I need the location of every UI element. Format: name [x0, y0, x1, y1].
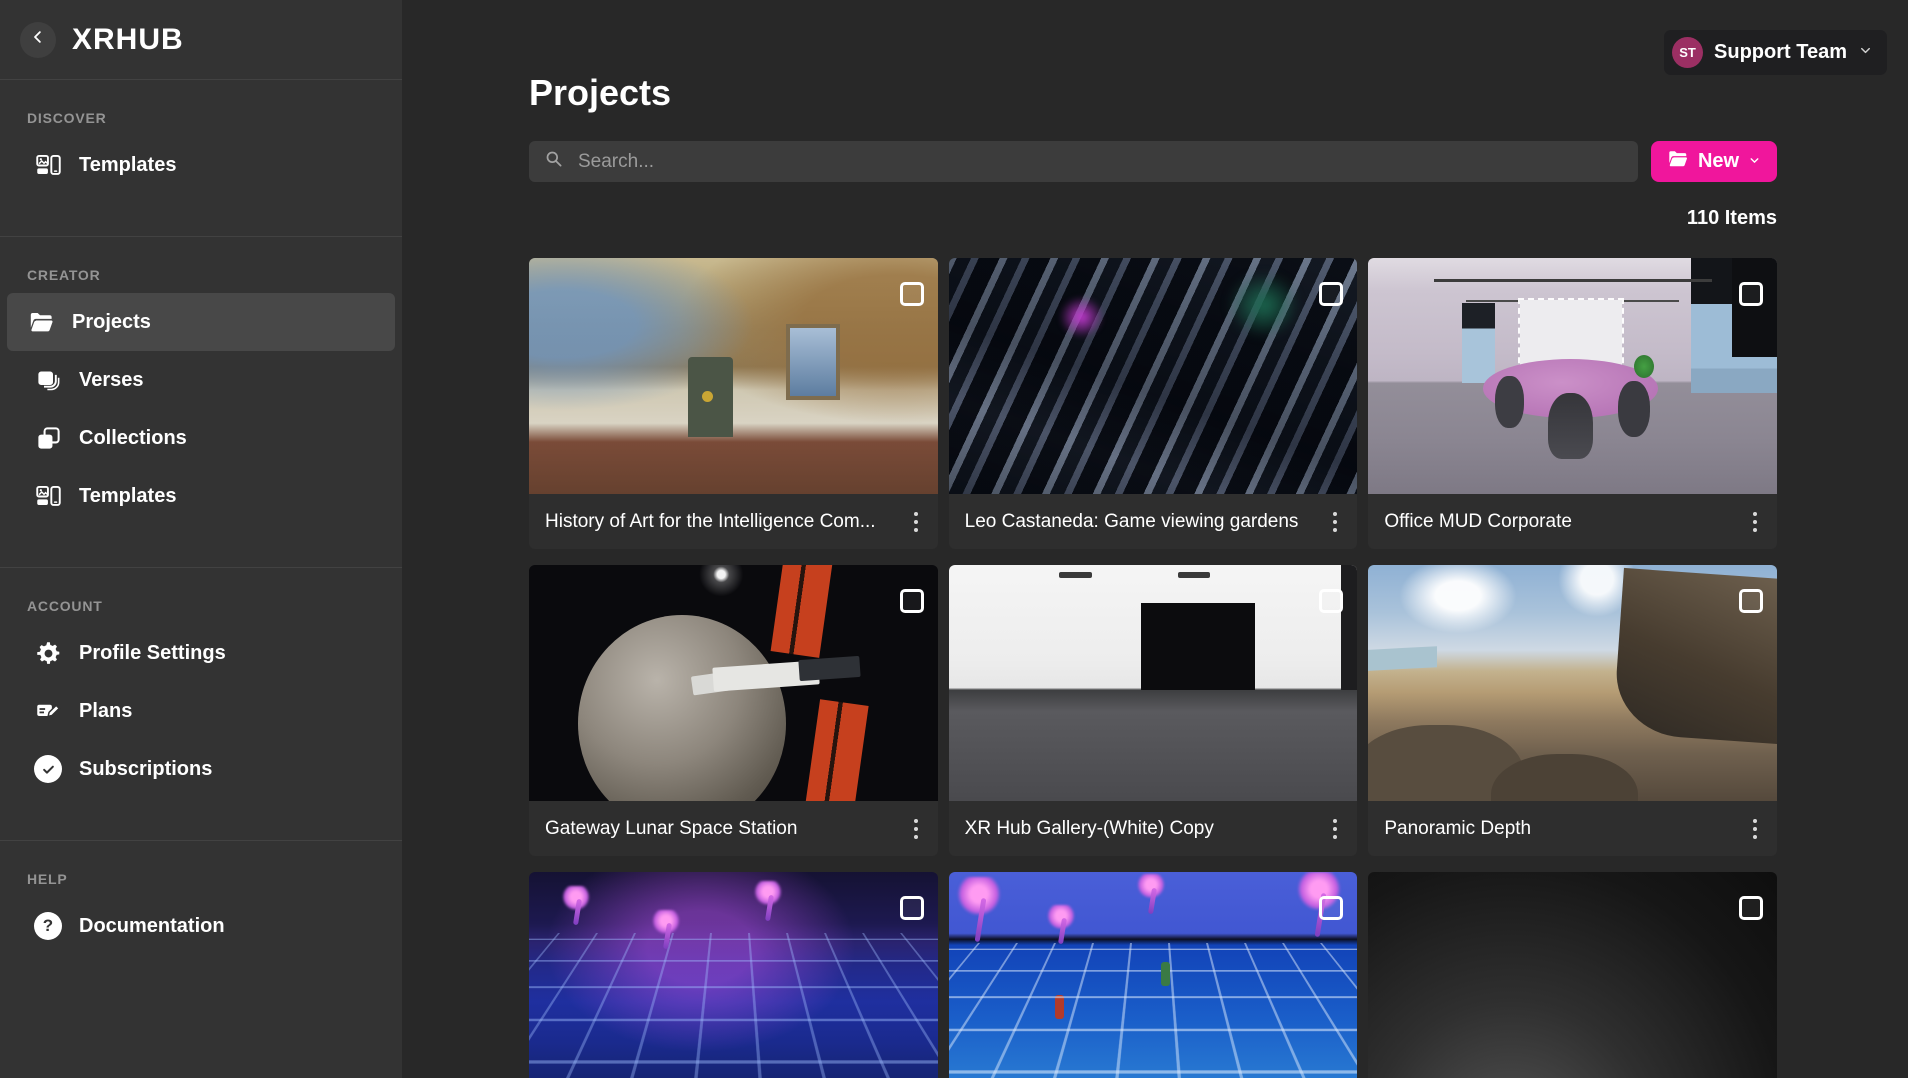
sidebar-header: XRHUB: [0, 0, 402, 80]
more-options-button[interactable]: [908, 506, 924, 538]
project-thumbnail[interactable]: [949, 872, 1358, 1078]
select-checkbox[interactable]: [1319, 282, 1343, 306]
section-label: ACCOUNT: [27, 598, 402, 614]
sidebar-item-templates-creator[interactable]: Templates: [7, 467, 395, 525]
sidebar-section-help: HELP ? Documentation: [0, 840, 402, 955]
toolbar: New: [529, 141, 1777, 182]
project-thumbnail[interactable]: [1368, 872, 1777, 1078]
sidebar-item-label: Verses: [79, 369, 144, 392]
search-input[interactable]: [578, 151, 1623, 173]
project-thumbnail[interactable]: [949, 565, 1358, 801]
sidebar: XRHUB DISCOVER Templates CREATOR Project…: [0, 0, 402, 1078]
billing-card-icon: [34, 697, 62, 725]
project-title: XR Hub Gallery-(White) Copy: [965, 818, 1214, 840]
sidebar-item-collections[interactable]: Collections: [7, 409, 395, 467]
search-box[interactable]: [529, 141, 1638, 182]
more-options-button[interactable]: [1747, 506, 1763, 538]
chevron-left-icon: [29, 28, 47, 51]
project-thumbnail[interactable]: [1368, 258, 1777, 494]
layers-icon: [34, 366, 62, 394]
page-title: Projects: [529, 72, 671, 114]
user-name: Support Team: [1714, 41, 1847, 64]
section-label: DISCOVER: [27, 110, 402, 126]
sidebar-section-account: ACCOUNT Profile Settings Plans Subscript…: [0, 567, 402, 798]
select-checkbox[interactable]: [1739, 896, 1763, 920]
sidebar-item-documentation[interactable]: ? Documentation: [7, 897, 395, 955]
check-circle-icon: [34, 755, 62, 783]
more-options-button[interactable]: [908, 813, 924, 845]
select-checkbox[interactable]: [900, 589, 924, 613]
select-checkbox[interactable]: [1319, 589, 1343, 613]
search-icon: [544, 149, 565, 175]
avatar: ST: [1672, 37, 1703, 68]
folder-open-icon: [27, 308, 55, 336]
project-card[interactable]: [949, 872, 1358, 1078]
project-card[interactable]: [529, 872, 938, 1078]
more-options-button[interactable]: [1747, 813, 1763, 845]
user-menu-button[interactable]: ST Support Team: [1664, 30, 1887, 75]
project-card[interactable]: Office MUD Corporate: [1368, 258, 1777, 549]
templates-icon: [34, 151, 62, 179]
section-label: CREATOR: [27, 267, 402, 283]
new-button[interactable]: New: [1651, 141, 1777, 182]
sidebar-item-profile-settings[interactable]: Profile Settings: [7, 624, 395, 682]
project-title: Panoramic Depth: [1384, 818, 1531, 840]
project-title: History of Art for the Intelligence Com.…: [545, 511, 876, 533]
select-checkbox[interactable]: [1319, 896, 1343, 920]
select-checkbox[interactable]: [900, 896, 924, 920]
gear-icon: [34, 639, 62, 667]
project-thumbnail[interactable]: [529, 565, 938, 801]
project-title: Leo Castaneda: Game viewing gardens: [965, 511, 1299, 533]
back-button[interactable]: [20, 22, 56, 58]
new-button-label: New: [1698, 150, 1739, 173]
project-thumbnail[interactable]: [949, 258, 1358, 494]
more-options-button[interactable]: [1327, 813, 1343, 845]
sidebar-section-creator: CREATOR Projects Verses Collections Temp…: [0, 236, 402, 525]
chevron-down-icon: [1858, 43, 1873, 63]
sidebar-item-label: Plans: [79, 700, 132, 723]
sidebar-item-label: Collections: [79, 427, 187, 450]
project-card[interactable]: XR Hub Gallery-(White) Copy: [949, 565, 1358, 856]
sidebar-item-label: Documentation: [79, 915, 225, 938]
sidebar-item-subscriptions[interactable]: Subscriptions: [7, 740, 395, 798]
sidebar-item-label: Templates: [79, 154, 176, 177]
sidebar-item-label: Templates: [79, 485, 176, 508]
sidebar-section-discover: DISCOVER Templates: [0, 80, 402, 194]
project-card[interactable]: History of Art for the Intelligence Com.…: [529, 258, 938, 549]
section-label: HELP: [27, 871, 402, 887]
collections-icon: [34, 424, 62, 452]
project-thumbnail[interactable]: [529, 258, 938, 494]
project-title: Office MUD Corporate: [1384, 511, 1572, 533]
project-card[interactable]: Panoramic Depth: [1368, 565, 1777, 856]
projects-grid: History of Art for the Intelligence Com.…: [529, 258, 1777, 1078]
more-options-button[interactable]: [1327, 506, 1343, 538]
question-circle-icon: ?: [34, 912, 62, 940]
project-thumbnail[interactable]: [529, 872, 938, 1078]
sidebar-item-label: Projects: [72, 311, 151, 334]
app-logo: XRHUB: [72, 23, 184, 57]
select-checkbox[interactable]: [1739, 282, 1763, 306]
select-checkbox[interactable]: [900, 282, 924, 306]
sidebar-item-plans[interactable]: Plans: [7, 682, 395, 740]
project-card[interactable]: Leo Castaneda: Game viewing gardens: [949, 258, 1358, 549]
chevron-down-icon: [1748, 150, 1761, 173]
sidebar-item-label: Profile Settings: [79, 642, 226, 665]
templates-icon: [34, 482, 62, 510]
sidebar-item-projects[interactable]: Projects: [7, 293, 395, 351]
items-count: 110 Items: [1687, 207, 1777, 230]
project-card[interactable]: [1368, 872, 1777, 1078]
project-thumbnail[interactable]: [1368, 565, 1777, 801]
sidebar-item-templates[interactable]: Templates: [7, 136, 395, 194]
sidebar-item-verses[interactable]: Verses: [7, 351, 395, 409]
select-checkbox[interactable]: [1739, 589, 1763, 613]
project-title: Gateway Lunar Space Station: [545, 818, 797, 840]
sidebar-item-label: Subscriptions: [79, 758, 212, 781]
folder-open-icon: [1667, 148, 1689, 176]
project-card[interactable]: Gateway Lunar Space Station: [529, 565, 938, 856]
